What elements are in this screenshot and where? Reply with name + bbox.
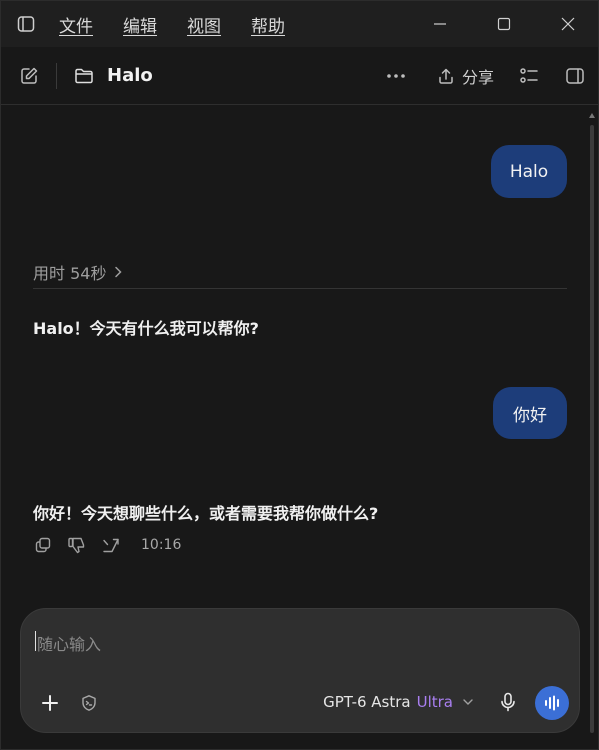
- model-selector[interactable]: GPT-6 Astra Ultra: [323, 693, 475, 711]
- user-message-text: Halo: [509, 161, 549, 182]
- voice-mode-button[interactable]: [535, 686, 569, 720]
- maximize-icon: [497, 17, 511, 31]
- close-icon: [561, 17, 575, 31]
- add-attachment-icon[interactable]: [39, 692, 61, 714]
- minimize-button[interactable]: [408, 1, 472, 47]
- text-caret: [35, 631, 36, 651]
- menu-edit-label: 编辑: [123, 16, 157, 37]
- share-icon: [436, 66, 456, 86]
- copy-icon[interactable]: [33, 535, 53, 555]
- menu-help[interactable]: 帮助: [251, 12, 285, 37]
- maximize-button[interactable]: [472, 1, 536, 47]
- user-message-bubble: Halo: [491, 145, 567, 198]
- thinking-divider: [33, 288, 567, 289]
- message-input[interactable]: [35, 631, 559, 657]
- share-button[interactable]: 分享: [436, 64, 494, 88]
- model-tier: Ultra: [416, 693, 453, 711]
- user-message-bubble: 你好: [493, 387, 567, 439]
- toolbar-actions: 分享: [384, 47, 598, 104]
- side-panel-icon[interactable]: [564, 65, 586, 87]
- model-name: GPT-6 Astra: [323, 693, 411, 711]
- close-button[interactable]: [536, 1, 598, 47]
- menu-edit[interactable]: 编辑: [123, 12, 157, 37]
- sidebar-toggle-icon[interactable]: [15, 13, 37, 35]
- tools-shield-icon[interactable]: [79, 693, 99, 713]
- menu-help-label: 帮助: [251, 16, 285, 37]
- chat-area: Halo 用时 54秒 Halo！今天有什么我可以帮你? 你好 你好！今天想聊些…: [1, 105, 598, 605]
- thumbs-down-icon[interactable]: [67, 535, 87, 555]
- folder-icon[interactable]: [73, 65, 95, 87]
- message-composer: GPT-6 Astra Ultra: [20, 608, 580, 733]
- thinking-duration-label: 用时 54秒: [33, 264, 107, 283]
- message-timestamp: 10:16: [141, 537, 182, 553]
- conversation-title: Halo: [107, 65, 153, 86]
- chevron-down-icon: [463, 696, 475, 708]
- message-actions: 10:16: [33, 535, 181, 555]
- app-window: 文件 编辑 视图 帮助 Halo 分享 Halo 用时 54秒 Halo！今天有…: [0, 0, 599, 750]
- more-options-icon[interactable]: [384, 65, 408, 87]
- chevron-right-icon: [114, 266, 126, 278]
- assistant-message: 你好！今天想聊些什么，或者需要我帮你做什么?: [33, 504, 379, 523]
- task-list-icon[interactable]: [518, 65, 540, 87]
- microphone-icon[interactable]: [497, 691, 519, 713]
- scroll-up-arrow-icon[interactable]: [589, 113, 595, 118]
- menu-file-label: 文件: [59, 16, 93, 37]
- composer-controls: GPT-6 Astra Ultra: [21, 685, 579, 721]
- minimize-icon: [434, 23, 446, 25]
- voice-waveform-icon: [545, 695, 559, 711]
- chat-toolbar: Halo 分享: [1, 47, 598, 105]
- chat-scrollbar[interactable]: [589, 113, 595, 739]
- title-bar: 文件 编辑 视图 帮助: [1, 1, 598, 47]
- assistant-message: Halo！今天有什么我可以帮你?: [33, 319, 259, 338]
- thinking-duration-toggle[interactable]: 用时 54秒: [33, 260, 126, 284]
- toolbar-divider: [56, 62, 57, 89]
- share-label: 分享: [461, 67, 494, 87]
- menu-view-label: 视图: [187, 16, 221, 37]
- user-message-text: 你好: [513, 405, 547, 426]
- menu-view[interactable]: 视图: [187, 12, 221, 37]
- branch-switch-icon[interactable]: [101, 535, 121, 555]
- scrollbar-thumb[interactable]: [590, 125, 594, 733]
- window-controls: [408, 1, 598, 47]
- menu-file[interactable]: 文件: [59, 12, 93, 37]
- new-chat-icon[interactable]: [18, 65, 40, 87]
